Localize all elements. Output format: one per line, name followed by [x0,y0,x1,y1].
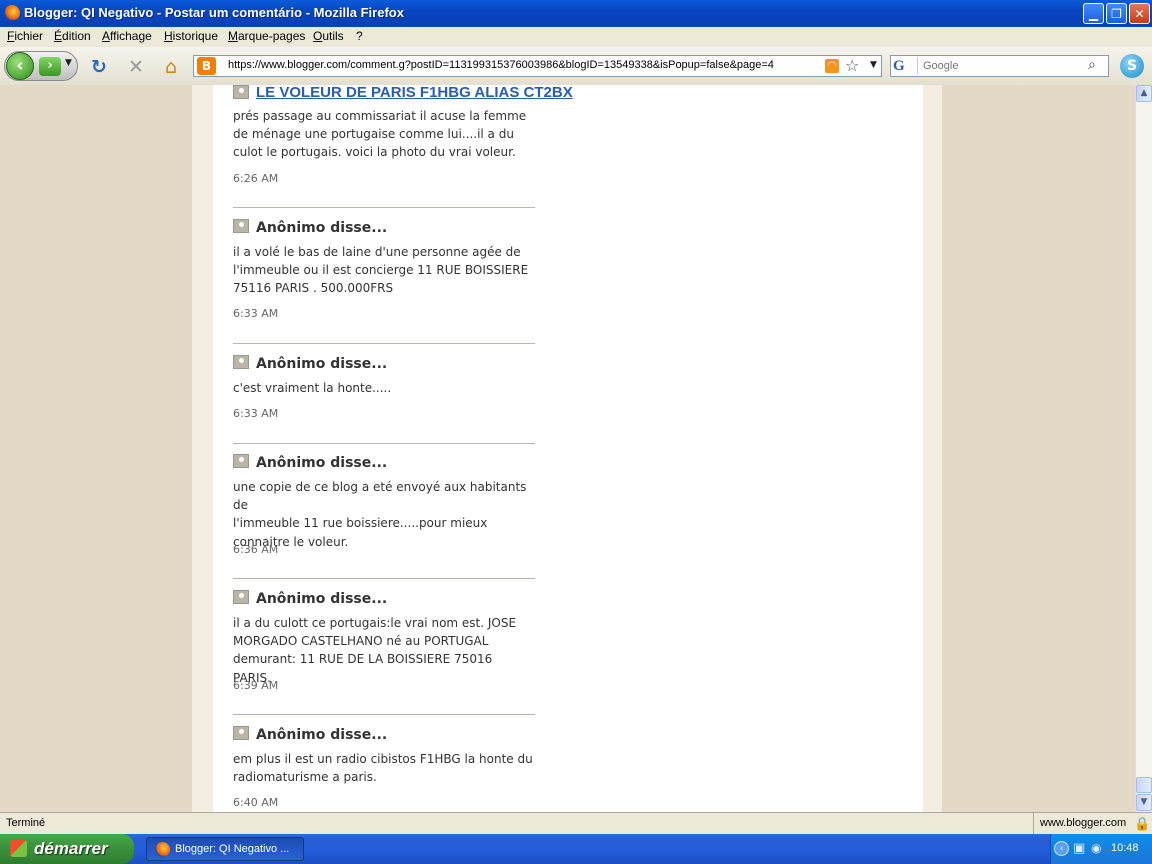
stop-icon[interactable]: ✕ [125,56,147,78]
scroll-down-button[interactable]: ▼ [1136,794,1152,811]
blogger-site-icon: B [197,57,216,75]
back-button[interactable]: ‹ [6,52,34,80]
comment-body: em plus il est un radio cibistos F1HBG l… [233,750,533,786]
comment-separator [233,207,535,208]
firefox-icon [4,5,20,21]
menu-help[interactable]: ? [356,29,363,43]
magnifier-icon[interactable]: ⌕ [1088,57,1096,73]
user-avatar-icon [233,454,249,468]
menu-affichage[interactable]: Affichage [102,29,152,43]
comment-timestamp-link[interactable]: 6:36 AM [233,543,278,556]
tray-expand-icon[interactable]: ‹ [1054,841,1069,856]
comment-timestamp-link[interactable]: 6:33 AM [233,407,278,420]
user-avatar-icon [233,219,249,233]
comment-line: une copie de ce blog a eté envoyé aux ha… [233,480,527,513]
scroll-up-button[interactable]: ▲ [1136,85,1152,102]
window-title: Blogger: QI Negativo - Postar um comentá… [24,5,404,20]
forward-button[interactable]: › [39,57,61,76]
comment-author-link[interactable]: LE VOLEUR DE PARIS F1HBG ALIAS CT2BX [256,85,573,101]
comment-timestamp-link[interactable]: 6:39 AM [233,679,278,692]
url-bar[interactable]: B https://www.blogger.com/comment.g?post… [193,55,882,77]
start-label: démarrer [34,839,108,858]
comment-timestamp-link[interactable]: 6:33 AM [233,307,278,320]
comment-line: prés passage au commissariat il acuse la… [233,109,527,123]
user-avatar-icon [233,355,249,369]
comment-body: il a du culott ce portugais:le vrai nom … [233,614,533,687]
comment-line: l'immeuble 11 rue boissiere.....pour mie… [233,516,488,531]
menu-fichier[interactable]: Fichier [7,29,43,43]
window-titlebar[interactable]: Blogger: QI Negativo - Postar um comentá… [0,0,1152,27]
firefox-icon [155,842,170,857]
skype-addon-icon[interactable]: S [1120,54,1144,78]
rss-feed-icon[interactable]: ◠ [825,59,839,73]
vertical-scrollbar[interactable]: ▲ ▼ [1135,85,1152,812]
comment-separator [233,443,535,444]
back-forward-group: ‹ › ▼ [4,51,78,81]
search-input[interactable] [923,58,1083,74]
page-viewport: LE VOLEUR DE PARIS F1HBG ALIAS CT2BX pré… [0,85,1135,812]
windows-taskbar: démarrer Blogger: QI Negativo ... ‹ ▣ ◉ … [0,834,1152,864]
volume-icon[interactable]: ◉ [1091,841,1101,855]
search-bar: G ⌕ [890,55,1109,77]
status-bar: Terminé www.blogger.com 🔒 [0,812,1152,835]
comment-body: c'est vraiment la honte..... [233,379,533,397]
menu-outils[interactable]: Outils [313,29,344,43]
history-dropdown-icon[interactable]: ▼ [65,58,72,68]
network-icon[interactable]: ▣ [1073,841,1085,856]
comment-author: Anônimo disse... [256,591,388,607]
windows-logo-icon [10,840,27,857]
url-dropdown-icon[interactable]: ▼ [870,60,877,70]
comment-body: une copie de ce blog a eté envoyé aux ha… [233,478,533,551]
menu-edition[interactable]: Édition [54,29,91,43]
reload-icon[interactable]: ↻ [88,56,110,78]
comment-separator [233,714,535,715]
comment-body: il a volé le bas de laine d'une personne… [233,243,533,298]
lock-icon[interactable]: 🔒 [1134,816,1150,832]
user-avatar-icon [233,726,249,740]
clock[interactable]: 10:48 [1111,842,1139,854]
comment-line: l'immeuble ou il est concierge 11 RUE BO… [233,263,529,278]
comment-separator [233,343,535,344]
menu-marque-pages[interactable]: Marque-pages [228,29,305,43]
taskbar-item-label: Blogger: QI Negativo ... [175,843,290,855]
status-text: Terminé [6,817,46,829]
menu-bar: Fichier Édition Affichage Historique Mar… [0,27,1152,72]
home-icon[interactable]: ⌂ [160,56,182,78]
comment-timestamp-link[interactable]: 6:26 AM [233,172,278,185]
comment-line: em plus il est un radio cibistos F1HBG l… [233,752,533,766]
close-button[interactable]: ✕ [1129,3,1150,24]
comment-timestamp-link[interactable]: 6:40 AM [233,796,278,809]
comment-line: 75116 PARIS . 500.000FRS [233,281,394,296]
url-text[interactable]: https://www.blogger.com/comment.g?postID… [228,59,774,71]
bookmark-star-icon[interactable]: ☆ [845,56,859,75]
google-engine-icon[interactable]: G [893,57,918,75]
comment-body: prés passage au commissariat il acuse la… [233,107,533,162]
page-content-column [213,85,923,812]
user-avatar-icon [233,590,249,604]
start-button[interactable]: démarrer [0,834,134,864]
comment-line: radiomaturisme a paris. [233,770,377,785]
comment-author: Anônimo disse... [256,727,388,743]
restore-button[interactable]: ❐ [1106,3,1127,24]
system-tray: ‹ ▣ ◉ 10:48 [1050,834,1152,864]
menu-historique[interactable]: Historique [164,29,218,43]
comment-line: il a du culott ce portugais:le vrai nom … [233,616,517,630]
comment-line: c'est vraiment la honte..... [233,381,392,395]
comment-author: Anônimo disse... [256,220,388,236]
scroll-thumb[interactable] [1136,777,1152,793]
comment-line: de ménage une portugaise comme lui....il… [233,127,514,142]
comment-author: Anônimo disse... [256,356,388,372]
comment-author: Anônimo disse... [256,455,388,471]
comment-separator [233,578,535,579]
user-avatar-icon [233,85,249,99]
comment-line: culot le portugais. voici la photo du vr… [233,145,516,160]
comment-line: MORGADO CASTELHANO né au PORTUGAL [233,634,489,649]
comment-line: il a volé le bas de laine d'une personne… [233,245,521,259]
minimize-button[interactable]: ▁ [1083,3,1104,24]
status-site: www.blogger.com [1033,813,1129,834]
taskbar-item-firefox[interactable]: Blogger: QI Negativo ... [146,837,304,861]
